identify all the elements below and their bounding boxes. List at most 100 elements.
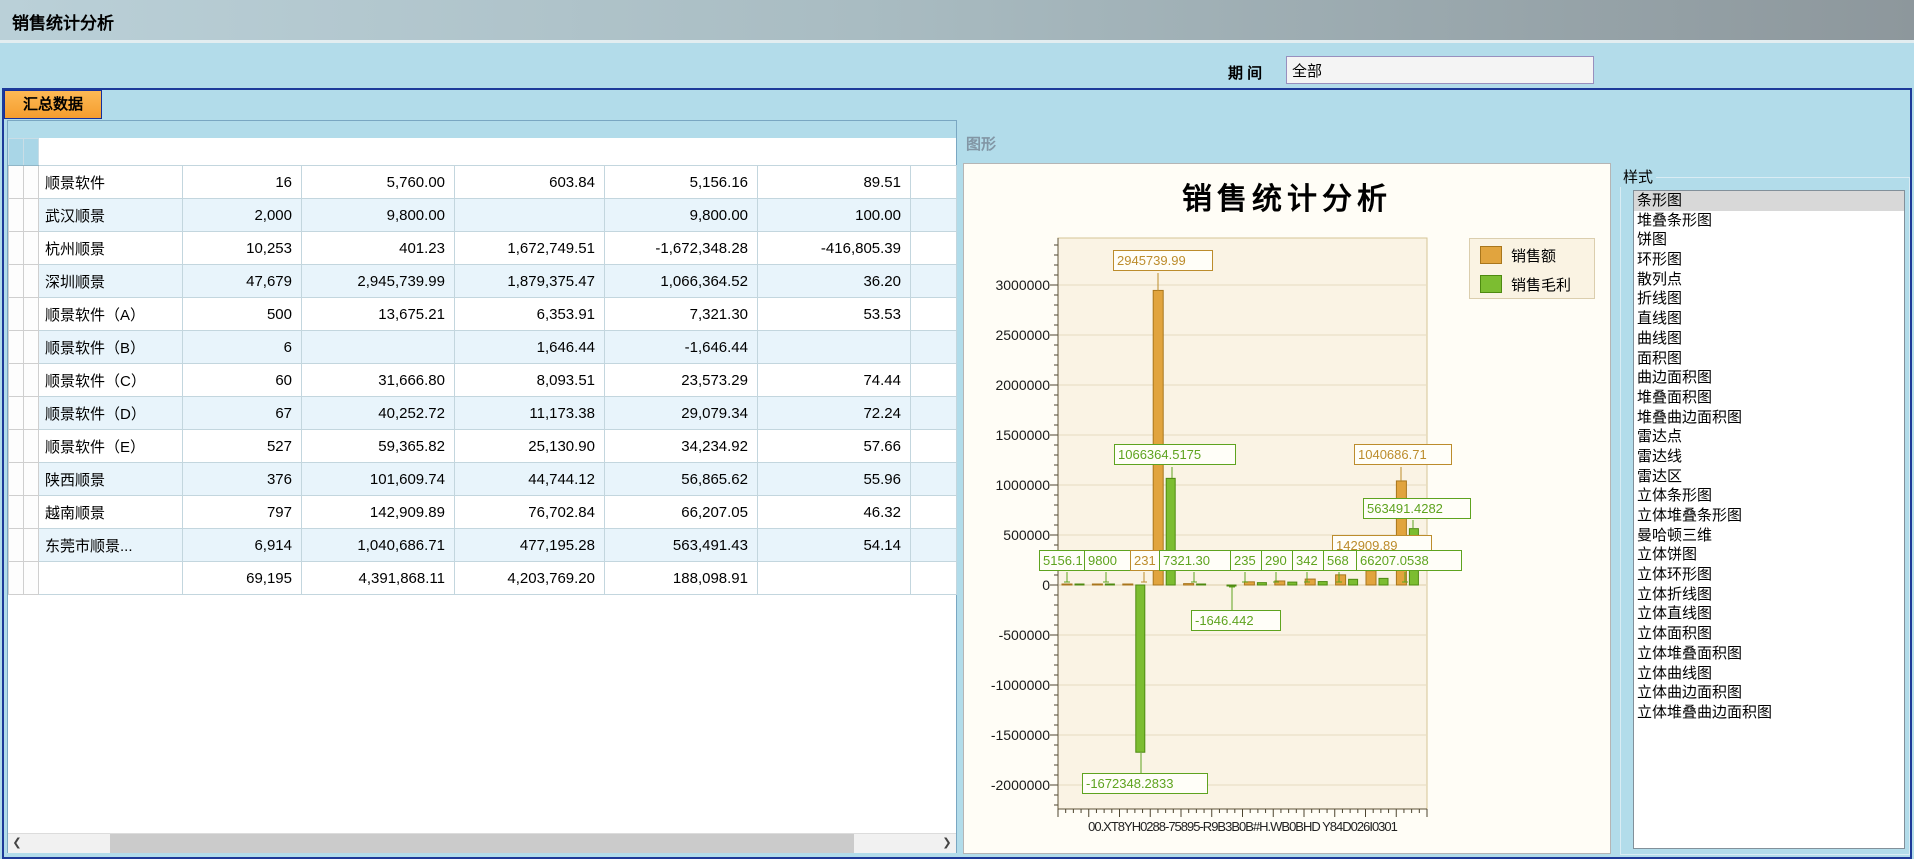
style-list-item[interactable]: 曲边面积图 <box>1634 368 1904 388</box>
value-cell <box>302 331 455 364</box>
style-list-item[interactable]: 立体曲边面积图 <box>1634 683 1904 703</box>
value-cell: 188,098.91 <box>605 562 758 595</box>
value-cell: 1,646.44 <box>455 331 605 364</box>
table-row[interactable]: 杭州顺景10,253401.231,672,749.51-1,672,348.2… <box>9 232 957 265</box>
value-cell: 500 <box>183 298 302 331</box>
style-list-item[interactable]: 条形图 <box>1634 191 1904 211</box>
svg-text:1500000: 1500000 <box>995 427 1050 443</box>
value-cell: 23,573.29 <box>605 364 758 397</box>
row-indicator <box>9 562 24 595</box>
style-list-item[interactable]: 雷达线 <box>1634 447 1904 467</box>
svg-text:00.XT8YH0288-75895-R9B3B0B#H.W: 00.XT8YH0288-75895-R9B3B0B#H.WB0BHD Y84D… <box>1088 819 1398 834</box>
value-cell: 7,321.30 <box>605 298 758 331</box>
value-cell: 13,675.21 <box>302 298 455 331</box>
style-list-item[interactable]: 堆叠曲边面积图 <box>1634 408 1904 428</box>
period-input[interactable] <box>1286 56 1594 84</box>
tab-summary-data[interactable]: 汇总数据 <box>4 90 102 119</box>
row-indicator <box>24 265 39 298</box>
table-row[interactable]: 陕西顺景376101,609.7444,744.1256,865.6255.96 <box>9 463 957 496</box>
style-list-item[interactable]: 堆叠条形图 <box>1634 211 1904 231</box>
style-list-item[interactable]: 雷达区 <box>1634 467 1904 487</box>
value-cell: 1,066,364.52 <box>605 265 758 298</box>
row-indicator <box>9 364 24 397</box>
table-row[interactable]: 深圳顺景47,6792,945,739.991,879,375.471,066,… <box>9 265 957 298</box>
value-cell: 47,679 <box>183 265 302 298</box>
table-total-row[interactable]: 69,1954,391,868.114,203,769.20188,098.91 <box>9 562 957 595</box>
value-cell: 34,234.92 <box>605 430 758 463</box>
scroll-right-arrow-icon[interactable]: ❯ <box>938 834 956 853</box>
svg-text:3000000: 3000000 <box>995 277 1050 293</box>
chart-style-listbox[interactable]: 条形图堆叠条形图饼图环形图散列点折线图直线图曲线图面积图曲边面积图堆叠面积图堆叠… <box>1633 190 1905 849</box>
row-indicator <box>24 199 39 232</box>
table-row[interactable]: 顺景软件（D）6740,252.7211,173.3829,079.3472.2… <box>9 397 957 430</box>
style-list-item[interactable]: 折线图 <box>1634 289 1904 309</box>
style-list-item[interactable]: 立体堆叠曲边面积图 <box>1634 703 1904 723</box>
value-cell <box>911 562 957 595</box>
svg-text:-1000000: -1000000 <box>991 677 1050 693</box>
legend-label: 销售额 <box>1511 245 1556 266</box>
customer-name-cell: 顺景软件（B） <box>39 331 183 364</box>
style-list-item[interactable]: 曼哈顿三维 <box>1634 526 1904 546</box>
period-label: 期 间 <box>1228 62 1262 83</box>
style-list-item[interactable]: 立体堆叠条形图 <box>1634 506 1904 526</box>
chart-legend: 销售额销售毛利 <box>1469 238 1595 299</box>
style-list-item[interactable]: 饼图 <box>1634 230 1904 250</box>
style-list-item[interactable]: 立体折线图 <box>1634 585 1904 605</box>
customer-name-cell: 顺景软件（E） <box>39 430 183 463</box>
table-row[interactable]: 东莞市顺景...6,9141,040,686.71477,195.28563,4… <box>9 529 957 562</box>
scrollbar-thumb[interactable] <box>110 834 854 853</box>
chart-section-label: 图形 <box>966 133 996 154</box>
horizontal-scrollbar[interactable]: ❮ ❯ <box>8 833 956 853</box>
scroll-left-arrow-icon[interactable]: ❮ <box>8 834 26 853</box>
value-cell: 8,093.51 <box>455 364 605 397</box>
style-list-item[interactable]: 堆叠面积图 <box>1634 388 1904 408</box>
value-cell <box>911 331 957 364</box>
row-indicator <box>9 166 24 199</box>
row-indicator <box>24 232 39 265</box>
table-row[interactable]: 顺景软件（E）52759,365.8225,130.9034,234.9257.… <box>9 430 957 463</box>
value-cell: 1,879,375.47 <box>455 265 605 298</box>
data-label: 7321.30 <box>1159 550 1237 571</box>
svg-text:2000000: 2000000 <box>995 377 1050 393</box>
value-cell: 89.51 <box>758 166 911 199</box>
value-cell: 72.24 <box>758 397 911 430</box>
style-list-item[interactable]: 直线图 <box>1634 309 1904 329</box>
customer-name-cell: 陕西顺景 <box>39 463 183 496</box>
value-cell: 31,666.80 <box>302 364 455 397</box>
data-label: 2945739.99 <box>1113 250 1213 271</box>
style-list-item[interactable]: 立体直线图 <box>1634 604 1904 624</box>
value-cell: 563,491.43 <box>605 529 758 562</box>
value-cell: 6 <box>183 331 302 364</box>
table-row[interactable]: 顺景软件（C）6031,666.808,093.5123,573.2974.44 <box>9 364 957 397</box>
customer-name-cell: 顺景软件 <box>39 166 183 199</box>
value-cell <box>911 232 957 265</box>
row-indicator <box>9 265 24 298</box>
table-row[interactable]: 顺景软件（B）61,646.44-1,646.44 <box>9 331 957 364</box>
value-cell <box>911 364 957 397</box>
table-row[interactable]: 越南顺景797142,909.8976,702.8466,207.0546.32 <box>9 496 957 529</box>
table-row[interactable]: 武汉顺景2,0009,800.009,800.00100.00 <box>9 199 957 232</box>
table-row[interactable]: 顺景软件165,760.00603.845,156.1689.51 <box>9 166 957 199</box>
style-list-item[interactable]: 立体面积图 <box>1634 624 1904 644</box>
style-list-item[interactable]: 曲线图 <box>1634 329 1904 349</box>
svg-text:-500000: -500000 <box>999 627 1051 643</box>
style-list-item[interactable]: 立体堆叠面积图 <box>1634 644 1904 664</box>
table-header-row <box>9 139 957 166</box>
value-cell <box>911 298 957 331</box>
style-list-item[interactable]: 立体环形图 <box>1634 565 1904 585</box>
style-list-item[interactable]: 立体曲线图 <box>1634 664 1904 684</box>
style-list-item[interactable]: 雷达点 <box>1634 427 1904 447</box>
value-cell: 2,000 <box>183 199 302 232</box>
value-cell <box>911 529 957 562</box>
style-list-item[interactable]: 立体饼图 <box>1634 545 1904 565</box>
value-cell: 101,609.74 <box>302 463 455 496</box>
table-row[interactable]: 顺景软件（A）50013,675.216,353.917,321.3053.53 <box>9 298 957 331</box>
data-label: -1672348.2833 <box>1082 773 1208 794</box>
style-list-item[interactable]: 面积图 <box>1634 349 1904 369</box>
value-cell: 6,353.91 <box>455 298 605 331</box>
style-list-item[interactable]: 环形图 <box>1634 250 1904 270</box>
grid-caption-strip <box>8 121 956 138</box>
style-list-item[interactable]: 散列点 <box>1634 270 1904 290</box>
row-indicator <box>9 397 24 430</box>
style-list-item[interactable]: 立体条形图 <box>1634 486 1904 506</box>
